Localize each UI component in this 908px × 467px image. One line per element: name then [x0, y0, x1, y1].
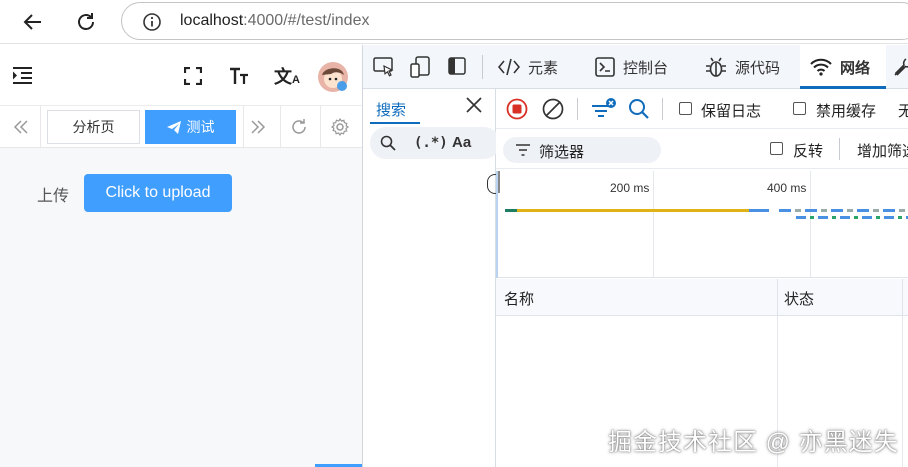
- dock-side-icon[interactable]: [448, 57, 466, 75]
- filter-input[interactable]: 筛选器: [503, 137, 661, 163]
- app-page: 文A 分析页 测试 上传 Click to upload: [0, 45, 362, 467]
- overview-range: [496, 171, 498, 278]
- filter-settings-icon[interactable]: [591, 98, 617, 120]
- column-divider: [777, 279, 778, 316]
- throttling-select[interactable]: 无: [898, 100, 908, 121]
- tab-console[interactable]: 控制台: [595, 45, 668, 89]
- grid-line: [653, 171, 654, 278]
- reload-button[interactable]: [70, 6, 102, 38]
- match-case-toggle[interactable]: Aa: [452, 134, 471, 151]
- tab-label: 网络: [840, 59, 871, 77]
- disable-cache-label: 禁用缓存: [816, 103, 877, 120]
- waterfall-bar-download: [749, 209, 769, 212]
- regex-toggle[interactable]: (.*): [414, 135, 448, 151]
- search-input[interactable]: (.*) Aa: [370, 127, 500, 159]
- double-chevron-right-icon[interactable]: [250, 120, 266, 134]
- reload-icon: [78, 13, 94, 30]
- waterfall-bar-minor: [796, 216, 908, 219]
- tab-network[interactable]: 网络: [800, 45, 886, 89]
- tick-label: 200 ms: [610, 181, 650, 195]
- double-chevron-left-icon[interactable]: [13, 120, 29, 134]
- tab-label: 测试: [186, 119, 215, 135]
- more-tools-icon[interactable]: [892, 56, 908, 78]
- tick-label: 400 ms: [767, 181, 807, 195]
- watermark: 掘金技术社区 @ 亦黑迷失: [608, 429, 899, 456]
- toolbar-divider: [482, 55, 483, 79]
- send-icon: [166, 120, 181, 134]
- tab-label: 控制台: [623, 59, 669, 77]
- search-panel: 搜索 (.*) Aa: [363, 89, 503, 467]
- record-stop-icon[interactable]: [506, 98, 528, 120]
- clear-icon[interactable]: [542, 98, 564, 120]
- request-table-header: 名称 状态: [496, 279, 908, 316]
- grid-line: [810, 171, 811, 278]
- fullscreen-icon[interactable]: [184, 67, 202, 85]
- toolbar-divider: [577, 98, 578, 120]
- devtools-toolbar: 元素 控制台 源代码 网络: [363, 45, 908, 89]
- info-icon: [143, 13, 161, 31]
- back-button[interactable]: [17, 6, 49, 38]
- toolbar-divider: [839, 138, 840, 160]
- tab-sources[interactable]: 源代码: [705, 45, 780, 89]
- devtools-panel: 元素 控制台 源代码 网络 搜索 (.*) Aa 保留日志 禁用缓存 无 筛选器…: [362, 45, 908, 467]
- column-status[interactable]: 状态: [784, 288, 814, 309]
- invert-label: 反转: [793, 143, 824, 160]
- avatar[interactable]: [318, 62, 348, 92]
- search-tab[interactable]: 搜索: [376, 99, 406, 120]
- refresh-icon[interactable]: [290, 118, 308, 136]
- filter-icon: [516, 144, 530, 156]
- preserve-log-label: 保留日志: [701, 103, 762, 120]
- tab-label: 分析页: [72, 119, 115, 135]
- url-text: localhost:4000/#/test/index: [180, 12, 369, 30]
- upload-label: 上传: [37, 188, 70, 205]
- device-toolbar-icon[interactable]: [410, 56, 432, 78]
- upload-button[interactable]: Click to upload: [84, 174, 232, 212]
- search-icon: [380, 135, 396, 151]
- tab-analysis[interactable]: 分析页: [47, 110, 140, 144]
- arrow-left-icon: [23, 14, 41, 30]
- app-header: 文A: [0, 45, 362, 106]
- settings-gear-icon[interactable]: [331, 118, 349, 136]
- divider: [40, 106, 41, 148]
- address-bar[interactable]: localhost:4000/#/test/index: [121, 2, 908, 40]
- divider: [243, 106, 244, 148]
- column-name[interactable]: 名称: [504, 288, 534, 309]
- tab-label: 源代码: [735, 59, 781, 77]
- divider: [280, 106, 281, 148]
- network-toolbar: 保留日志 禁用缓存 无: [496, 89, 908, 129]
- wifi-icon: [810, 58, 832, 76]
- network-panel: 保留日志 禁用缓存 无 筛选器 反转 增加筛选 200 ms 400 ms: [496, 89, 908, 467]
- more-filters-label[interactable]: 增加筛选: [857, 140, 908, 161]
- language-icon[interactable]: 文A: [274, 63, 300, 89]
- network-filter-bar: 筛选器 反转 增加筛选: [496, 129, 908, 169]
- search-tab-indicator: [370, 122, 420, 124]
- disable-cache-checkbox[interactable]: [793, 102, 806, 115]
- column-divider: [902, 279, 903, 316]
- waterfall-bar-connect: [505, 209, 517, 212]
- filter-placeholder: 筛选器: [539, 144, 585, 161]
- tab-elements[interactable]: 元素: [498, 45, 558, 89]
- toolbar-divider: [662, 98, 663, 120]
- column-divider: [902, 316, 903, 467]
- network-overview-timeline: 200 ms 400 ms: [496, 171, 908, 278]
- close-icon[interactable]: [466, 97, 482, 113]
- tab-test[interactable]: 测试: [145, 110, 236, 144]
- code-icon: [498, 58, 520, 76]
- browser-toolbar: localhost:4000/#/test/index: [0, 0, 908, 44]
- menu-collapse-icon[interactable]: [13, 67, 32, 84]
- waterfall-bar-waiting: [517, 209, 749, 212]
- url-path: :4000/#/test/index: [243, 12, 370, 29]
- preserve-log-checkbox[interactable]: [679, 102, 692, 115]
- url-host: localhost: [180, 12, 244, 29]
- console-icon: [595, 57, 615, 77]
- waterfall-bar-minor: [779, 209, 908, 212]
- tags-view-bar: 分析页 测试: [0, 106, 362, 148]
- tab-label: 元素: [528, 59, 559, 77]
- search-icon[interactable]: [628, 98, 650, 120]
- invert-checkbox[interactable]: [770, 142, 783, 155]
- bug-icon: [706, 57, 726, 77]
- font-size-icon[interactable]: [229, 67, 249, 85]
- divider: [320, 106, 321, 148]
- inspect-element-icon[interactable]: [373, 57, 395, 77]
